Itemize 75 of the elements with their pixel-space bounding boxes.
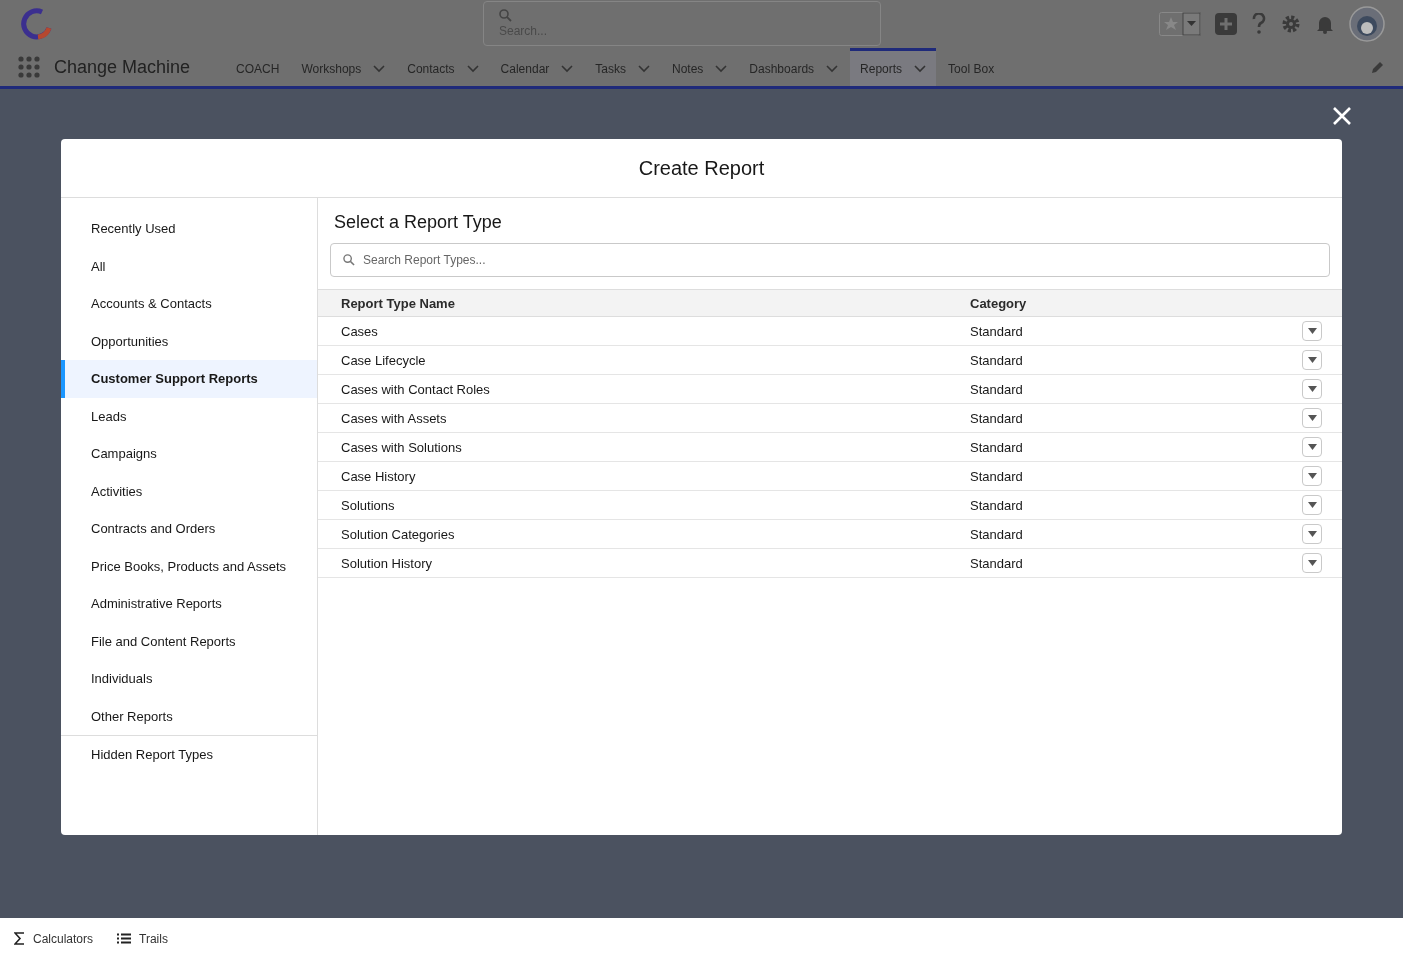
app-name: Change Machine xyxy=(54,56,191,78)
close-button[interactable] xyxy=(1331,105,1353,127)
report-type-name[interactable]: Case History xyxy=(341,468,416,484)
search-icon xyxy=(499,9,512,22)
list-icon xyxy=(117,933,132,944)
caret-icon xyxy=(1307,560,1317,566)
table-cell: Standard xyxy=(970,526,1023,542)
caret-icon xyxy=(1307,502,1317,508)
search-field[interactable]: Search Report Types... xyxy=(330,243,1330,277)
nav-tab[interactable]: Reports xyxy=(850,48,937,86)
column-header: Report Type Name xyxy=(341,295,455,311)
caret-icon xyxy=(1307,444,1317,450)
category-item[interactable]: Leads xyxy=(61,397,317,435)
row-menu-button[interactable] xyxy=(1302,495,1322,515)
row-menu-button[interactable] xyxy=(1302,321,1322,341)
row-menu-button[interactable] xyxy=(1302,524,1322,544)
row-menu-button[interactable] xyxy=(1302,466,1322,486)
table-cell: Standard xyxy=(970,439,1023,455)
category-item[interactable]: Individuals xyxy=(61,660,317,698)
utility-item[interactable]: Trails xyxy=(117,931,168,946)
chevron-icon xyxy=(914,64,927,73)
report-type-name[interactable]: Cases with Solutions xyxy=(341,439,462,455)
row-menu-button[interactable] xyxy=(1302,437,1322,457)
table-cell: Standard xyxy=(970,468,1023,484)
category-item[interactable]: Price Books, Products and Assets xyxy=(61,547,317,585)
table-cell: Standard xyxy=(970,323,1023,339)
row-menu-button[interactable] xyxy=(1302,553,1322,573)
report-type-name[interactable]: Solution Categories xyxy=(341,526,455,542)
row-menu-button[interactable] xyxy=(1302,379,1322,399)
category-item[interactable]: Customer Support Reports xyxy=(61,360,317,398)
category-item[interactable]: Administrative Reports xyxy=(61,585,317,623)
category-item[interactable]: Hidden Report Types xyxy=(61,736,317,774)
favorites-icon[interactable] xyxy=(1159,12,1201,36)
row-menu-button[interactable] xyxy=(1302,408,1322,428)
chevron-icon xyxy=(826,64,839,73)
section-heading: Select a Report Type xyxy=(333,211,503,233)
table-cell: Standard xyxy=(970,555,1023,571)
category-item[interactable]: Recently Used xyxy=(61,210,317,248)
logo-icon xyxy=(18,6,54,42)
row-menu-button[interactable] xyxy=(1302,350,1322,370)
table-cell: Standard xyxy=(970,497,1023,513)
category-item[interactable]: File and Content Reports xyxy=(61,622,317,660)
chevron-icon xyxy=(715,64,728,73)
table-cell: Standard xyxy=(970,410,1023,426)
caret-icon xyxy=(1307,328,1317,334)
report-type-name[interactable]: Solution History xyxy=(341,555,433,571)
caret-icon xyxy=(1307,473,1317,479)
report-type-name[interactable]: Cases with Contact Roles xyxy=(341,381,490,397)
report-type-name[interactable]: Cases xyxy=(341,323,378,339)
chevron-icon xyxy=(638,64,650,73)
category-item[interactable]: Opportunities xyxy=(61,322,317,360)
report-type-name[interactable]: Solutions xyxy=(341,497,395,513)
table-cell: Standard xyxy=(970,352,1023,368)
report-type-name[interactable]: Cases with Assets xyxy=(341,410,447,426)
category-item[interactable]: All xyxy=(61,247,317,285)
utility-item[interactable]: Calculators xyxy=(14,931,94,946)
dialog-title: Create Report xyxy=(61,139,1342,198)
caret-icon xyxy=(1307,386,1317,392)
table-cell: Standard xyxy=(970,381,1023,397)
caret-icon xyxy=(1307,531,1317,537)
report-type-name[interactable]: Case Lifecycle xyxy=(341,352,426,368)
sigma-icon xyxy=(14,932,25,945)
avatar-icon[interactable] xyxy=(1349,6,1385,42)
chevron-icon xyxy=(373,64,386,73)
category-item[interactable]: Other Reports xyxy=(61,697,317,735)
column-header: Category xyxy=(970,295,1027,311)
category-item[interactable]: Accounts & Contacts xyxy=(61,285,317,323)
chevron-icon xyxy=(561,64,574,73)
search-icon xyxy=(343,254,355,266)
category-item[interactable]: Contracts and Orders xyxy=(61,510,317,548)
chevron-icon xyxy=(466,64,479,73)
category-item[interactable]: Activities xyxy=(61,472,317,510)
category-item[interactable]: Campaigns xyxy=(61,435,317,473)
caret-icon xyxy=(1307,357,1317,363)
caret-icon xyxy=(1307,415,1317,421)
